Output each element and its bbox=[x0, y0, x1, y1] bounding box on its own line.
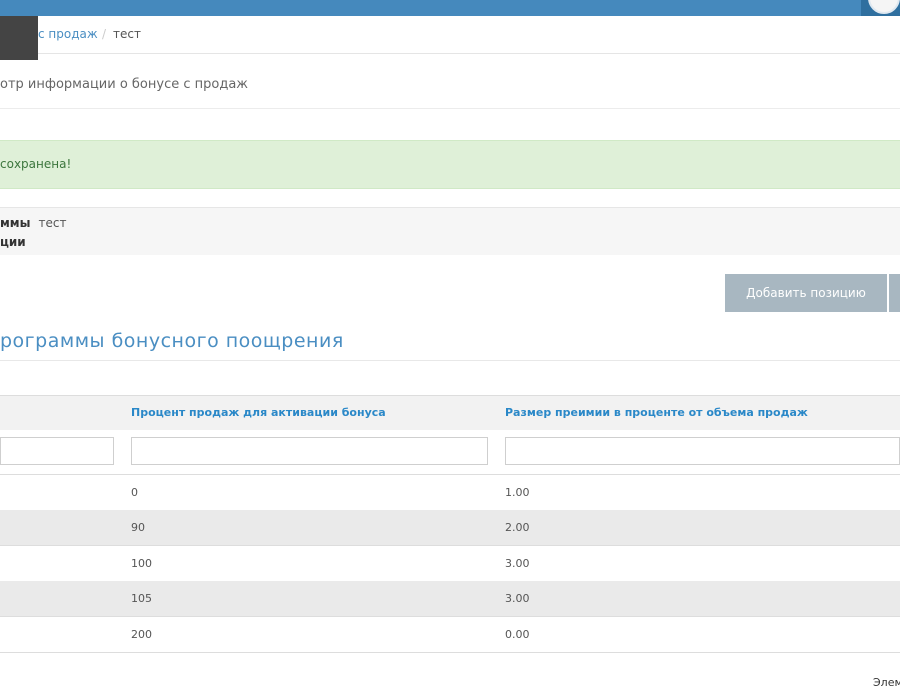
page-title-text: отр информации о бонусе с продаж bbox=[0, 77, 249, 92]
table-row[interactable]: 105 3.00 bbox=[0, 581, 900, 617]
add-position-button[interactable]: Добавить позицию bbox=[725, 274, 887, 312]
column-header-bonus[interactable]: Размер преимии в проценте от объема прод… bbox=[505, 396, 808, 430]
table-row[interactable]: 0 1.00 bbox=[0, 475, 900, 511]
breadcrumb: с продаж / тест bbox=[0, 16, 900, 54]
cell-percent: 105 bbox=[131, 592, 152, 605]
cell-bonus: 0.00 bbox=[505, 628, 530, 641]
program-info: ммы тест ции bbox=[0, 207, 900, 255]
pagination-summary: Элем bbox=[873, 676, 900, 689]
table-header: Процент продаж для активации бонуса Разм… bbox=[0, 395, 900, 431]
avatar[interactable] bbox=[868, 0, 900, 14]
secondary-button[interactable] bbox=[889, 274, 900, 312]
cell-bonus: 3.00 bbox=[505, 557, 530, 570]
info-value-program: тест bbox=[38, 216, 67, 230]
top-navbar bbox=[0, 0, 900, 16]
table-row[interactable]: 90 2.00 bbox=[0, 510, 900, 546]
info-label-positions: ции bbox=[0, 235, 26, 249]
filter-row bbox=[0, 430, 900, 475]
alert-text: сохранена! bbox=[0, 157, 72, 171]
table-row[interactable]: 200 0.00 bbox=[0, 617, 900, 653]
info-row-program: ммы тест bbox=[0, 216, 66, 230]
section-title-text: рограммы бонусного поощрения bbox=[0, 330, 344, 352]
info-label-program: ммы bbox=[0, 216, 31, 230]
cell-percent: 90 bbox=[131, 521, 145, 534]
user-menu[interactable] bbox=[861, 0, 900, 16]
table-row[interactable]: 100 3.00 bbox=[0, 546, 900, 582]
breadcrumb-link[interactable]: с продаж bbox=[38, 16, 98, 53]
cell-bonus: 1.00 bbox=[505, 486, 530, 499]
cell-bonus: 3.00 bbox=[505, 592, 530, 605]
page-title: отр информации о бонусе с продаж bbox=[0, 54, 900, 109]
filter-input-bonus[interactable] bbox=[505, 437, 900, 465]
cell-percent: 200 bbox=[131, 628, 152, 641]
breadcrumb-separator: / bbox=[102, 27, 107, 41]
filter-input-percent[interactable] bbox=[131, 437, 488, 465]
section-title: рограммы бонусного поощрения bbox=[0, 328, 900, 361]
breadcrumb-current: тест bbox=[113, 27, 141, 41]
success-alert: сохранена! bbox=[0, 140, 900, 189]
filter-input-first[interactable] bbox=[0, 437, 114, 465]
cell-percent: 100 bbox=[131, 557, 152, 570]
column-header-percent[interactable]: Процент продаж для активации бонуса bbox=[131, 396, 386, 430]
cell-bonus: 2.00 bbox=[505, 521, 530, 534]
info-row-positions: ции bbox=[0, 235, 26, 249]
cell-percent: 0 bbox=[131, 486, 138, 499]
